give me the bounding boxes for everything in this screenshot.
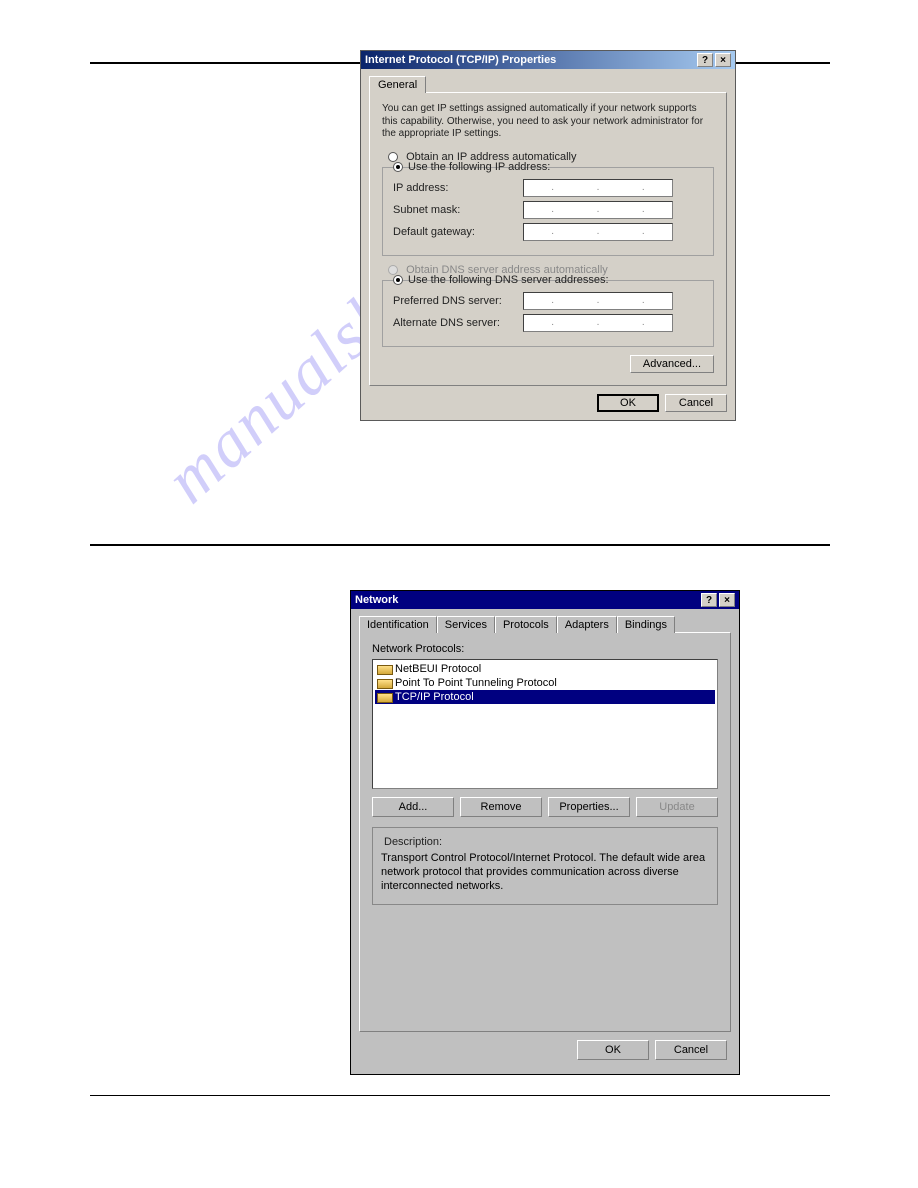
tcpip-titlebar: Internet Protocol (TCP/IP) Properties ? … xyxy=(361,51,735,69)
network-bottom-buttons: OK Cancel xyxy=(359,1040,731,1064)
close-button[interactable]: × xyxy=(715,53,731,67)
add-button[interactable]: Add... xyxy=(372,797,454,817)
section-rule xyxy=(90,544,830,546)
tcpip-button-row: OK Cancel xyxy=(369,394,727,412)
subnet-mask-label: Subnet mask: xyxy=(393,204,523,216)
tab-protocols[interactable]: Protocols xyxy=(495,616,557,633)
tab-bindings[interactable]: Bindings xyxy=(617,616,675,633)
list-item-selected[interactable]: TCP/IP Protocol xyxy=(375,690,715,704)
network-body: Identification Services Protocols Adapte… xyxy=(351,609,739,1074)
tab-adapters[interactable]: Adapters xyxy=(557,616,617,633)
radio-icon-selected xyxy=(393,162,403,172)
list-item[interactable]: Point To Point Tunneling Protocol xyxy=(375,676,715,690)
tab-general[interactable]: General xyxy=(369,76,426,93)
alt-dns-input[interactable]: . . . xyxy=(523,314,673,332)
tcpip-body: General You can get IP settings assigned… xyxy=(361,69,735,420)
close-button[interactable]: × xyxy=(719,593,735,607)
protocol-icon xyxy=(377,691,391,703)
network-title: Network xyxy=(355,594,699,606)
tab-identification[interactable]: Identification xyxy=(359,616,437,633)
network-protocols-label: Network Protocols: xyxy=(372,643,718,655)
pref-dns-label: Preferred DNS server: xyxy=(393,295,523,307)
dns-group: Use the following DNS server addresses: … xyxy=(382,280,714,347)
network-protocols-listbox[interactable]: NetBEUI Protocol Point To Point Tunnelin… xyxy=(372,659,718,789)
default-gateway-input[interactable]: . . . xyxy=(523,223,673,241)
network-titlebar: Network ? × xyxy=(351,591,739,609)
cancel-button[interactable]: Cancel xyxy=(655,1040,727,1060)
description-text: Transport Control Protocol/Internet Prot… xyxy=(381,852,709,893)
alt-dns-label: Alternate DNS server: xyxy=(393,317,523,329)
tcpip-properties-dialog: Internet Protocol (TCP/IP) Properties ? … xyxy=(360,50,736,421)
subnet-mask-row: Subnet mask: . . . xyxy=(393,201,703,219)
network-dialog: Network ? × Identification Services Prot… xyxy=(350,590,740,1075)
radio-icon-disabled xyxy=(388,265,398,275)
description-label: Description: xyxy=(381,836,445,848)
protocol-name: TCP/IP Protocol xyxy=(395,691,474,703)
help-button[interactable]: ? xyxy=(701,593,717,607)
alt-dns-row: Alternate DNS server: . . . xyxy=(393,314,703,332)
advanced-row: Advanced... xyxy=(382,355,714,373)
ok-button[interactable]: OK xyxy=(577,1040,649,1060)
properties-button[interactable]: Properties... xyxy=(548,797,630,817)
tcpip-tabstrip: General xyxy=(369,75,727,92)
description-group: Description: Transport Control Protocol/… xyxy=(372,827,718,905)
ip-address-label: IP address: xyxy=(393,182,523,194)
radio-use-ip[interactable]: Use the following IP address: xyxy=(393,161,703,173)
default-gateway-label: Default gateway: xyxy=(393,226,523,238)
help-button[interactable]: ? xyxy=(697,53,713,67)
protocol-name: NetBEUI Protocol xyxy=(395,663,481,675)
subnet-mask-input[interactable]: . . . xyxy=(523,201,673,219)
cancel-button[interactable]: Cancel xyxy=(665,394,727,412)
protocol-name: Point To Point Tunneling Protocol xyxy=(395,677,557,689)
tcpip-tabpanel: You can get IP settings assigned automat… xyxy=(369,92,727,386)
radio-icon xyxy=(388,152,398,162)
network-tabstrip: Identification Services Protocols Adapte… xyxy=(359,615,731,632)
protocol-icon xyxy=(377,677,391,689)
ip-address-input[interactable]: . . . xyxy=(523,179,673,197)
advanced-button[interactable]: Advanced... xyxy=(630,355,714,373)
radio-use-dns[interactable]: Use the following DNS server addresses: xyxy=(393,274,703,286)
list-item[interactable]: NetBEUI Protocol xyxy=(375,662,715,676)
radio-use-dns-label: Use the following DNS server addresses: xyxy=(408,274,609,286)
tab-services[interactable]: Services xyxy=(437,616,495,633)
remove-button[interactable]: Remove xyxy=(460,797,542,817)
pref-dns-input[interactable]: . . . xyxy=(523,292,673,310)
tcpip-title: Internet Protocol (TCP/IP) Properties xyxy=(365,54,695,66)
radio-use-ip-label: Use the following IP address: xyxy=(408,161,550,173)
ip-address-row: IP address: . . . xyxy=(393,179,703,197)
ok-button[interactable]: OK xyxy=(597,394,659,412)
network-tabpanel: Network Protocols: NetBEUI Protocol Poin… xyxy=(359,632,731,1032)
ip-address-group: Use the following IP address: IP address… xyxy=(382,167,714,256)
protocol-buttons-row: Add... Remove Properties... Update xyxy=(372,797,718,817)
protocol-icon xyxy=(377,663,391,675)
update-button: Update xyxy=(636,797,718,817)
footer-rule xyxy=(90,1095,830,1096)
pref-dns-row: Preferred DNS server: . . . xyxy=(393,292,703,310)
tcpip-help-text: You can get IP settings assigned automat… xyxy=(382,103,714,141)
default-gateway-row: Default gateway: . . . xyxy=(393,223,703,241)
radio-icon-selected xyxy=(393,275,403,285)
